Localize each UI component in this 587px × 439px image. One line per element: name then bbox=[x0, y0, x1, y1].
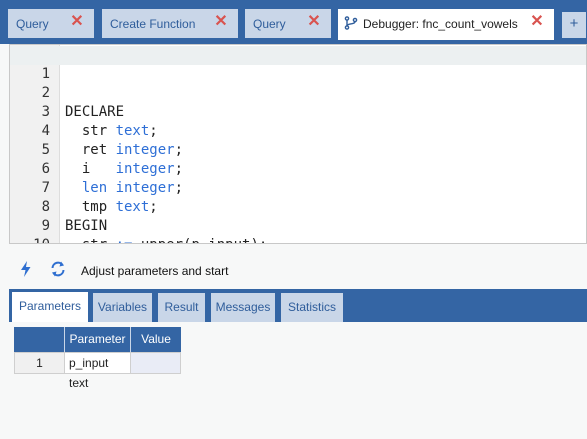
tab-label: Query bbox=[253, 17, 286, 31]
tab-create-function[interactable]: Create Function ✕ bbox=[102, 9, 238, 38]
close-icon[interactable]: ✕ bbox=[213, 14, 229, 30]
debugger-toolbar: Adjust parameters and start bbox=[9, 252, 587, 286]
close-icon[interactable]: ✕ bbox=[529, 14, 545, 30]
code-line: 7 tmp text; bbox=[10, 160, 586, 215]
column-header-value[interactable]: Value bbox=[131, 327, 181, 352]
tab-parameters[interactable]: Parameters bbox=[12, 292, 88, 322]
code-line: 10 ret := 0; bbox=[10, 217, 586, 243]
code-line: 8 BEGIN bbox=[10, 179, 586, 234]
code-line: 4 ret integer; bbox=[10, 103, 586, 158]
code-line: 1 bbox=[10, 46, 586, 82]
branch-icon bbox=[344, 16, 358, 30]
close-icon[interactable]: ✕ bbox=[306, 14, 322, 30]
tab-label: Debugger: fnc_count_vowels bbox=[363, 17, 518, 31]
panel-tab-bar: Parameters Variables Result Messages Sta… bbox=[9, 289, 587, 322]
parameter-value-cell[interactable] bbox=[130, 352, 181, 374]
tab-debugger[interactable]: Debugger: fnc_count_vowels ✕ bbox=[338, 9, 554, 40]
tab-result[interactable]: Result bbox=[158, 293, 205, 322]
code-editor[interactable]: 1 2 DECLARE 3 str text; 4 ret integer; 5… bbox=[9, 44, 587, 244]
tab-messages[interactable]: Messages bbox=[211, 293, 275, 322]
lightning-icon[interactable] bbox=[17, 260, 35, 278]
tab-variables[interactable]: Variables bbox=[93, 293, 152, 322]
code-line: 5 i integer; bbox=[10, 122, 586, 177]
code-line: 3 str text; bbox=[10, 84, 586, 139]
tab-statistics[interactable]: Statistics bbox=[281, 293, 343, 322]
tab-label: Create Function bbox=[110, 17, 196, 31]
code-line: 9 str := upper(p_input); bbox=[10, 198, 586, 243]
column-header-index bbox=[14, 327, 65, 352]
add-tab-button[interactable]: + bbox=[562, 12, 586, 38]
tab-query-1[interactable]: Query ✕ bbox=[8, 9, 94, 38]
parameter-name-cell[interactable]: p_input text bbox=[64, 352, 131, 390]
tab-label: Query bbox=[16, 17, 49, 31]
code-line: 11 i := 1; bbox=[10, 236, 586, 243]
tab-bar: Query ✕ Create Function ✕ Query ✕ Debugg… bbox=[0, 0, 587, 44]
row-index: 1 bbox=[14, 352, 65, 374]
code-line: 6 len integer; bbox=[10, 141, 586, 196]
close-icon[interactable]: ✕ bbox=[69, 14, 85, 30]
refresh-icon[interactable] bbox=[49, 260, 67, 278]
column-header-parameter[interactable]: Parameter bbox=[65, 327, 131, 352]
code-line: 2 DECLARE bbox=[10, 65, 586, 120]
status-message: Adjust parameters and start bbox=[81, 264, 229, 278]
tab-query-2[interactable]: Query ✕ bbox=[245, 9, 331, 38]
